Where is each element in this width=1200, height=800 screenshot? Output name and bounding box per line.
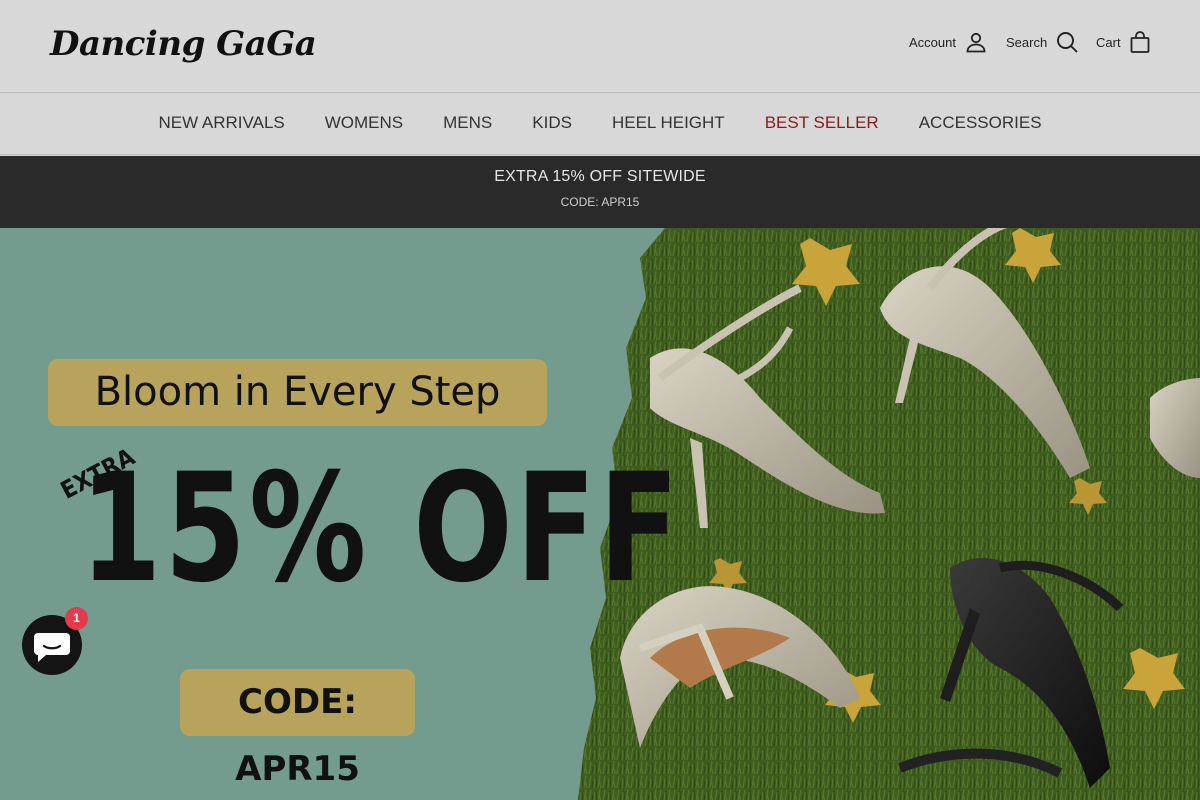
- cart-label: Cart: [1096, 34, 1121, 50]
- hero-headline: Bloom in Every Step: [48, 359, 547, 426]
- promo-code: CODE: APR15: [560, 195, 640, 209]
- promo-banner[interactable]: EXTRA 15% OFF SITEWIDE CODE: APR15: [0, 156, 1200, 228]
- search-label: Search: [1006, 34, 1048, 50]
- nav-item-new-arrivals[interactable]: NEW ARRIVALS: [158, 113, 284, 133]
- nav-item-best-seller[interactable]: BEST SELLER: [765, 113, 879, 133]
- nav-item-accessories[interactable]: ACCESSORIES: [919, 113, 1042, 133]
- hero-banner[interactable]: Bloom in Every Step EXTRA 15% OFF CODE: …: [0, 228, 1200, 800]
- search-link[interactable]: Search: [1006, 30, 1079, 54]
- hero-discount: 15% OFF: [80, 442, 682, 616]
- promo-title: EXTRA 15% OFF SITEWIDE: [494, 168, 706, 185]
- nav-item-womens[interactable]: WOMENS: [325, 113, 403, 133]
- hero-promo-code: CODE: APR15: [180, 669, 415, 789]
- cart-link[interactable]: Cart: [1096, 30, 1151, 54]
- search-icon: [1057, 32, 1078, 53]
- chat-notification-badge: 1: [65, 607, 88, 630]
- account-link[interactable]: Account: [909, 30, 988, 54]
- nav-item-mens[interactable]: MENS: [443, 113, 492, 133]
- shopping-bag-icon: [1130, 31, 1149, 53]
- nav-item-kids[interactable]: KIDS: [532, 113, 572, 133]
- user-icon: [966, 32, 986, 53]
- main-navigation: NEW ARRIVALS WOMENS MENS KIDS HEEL HEIGH…: [0, 92, 1200, 155]
- account-label: Account: [909, 34, 956, 50]
- brand-logo[interactable]: Dancing GaGa: [50, 24, 317, 64]
- site-header: Dancing GaGa Account Search Cart: [0, 0, 1200, 92]
- nav-item-heel-height[interactable]: HEEL HEIGHT: [612, 113, 725, 133]
